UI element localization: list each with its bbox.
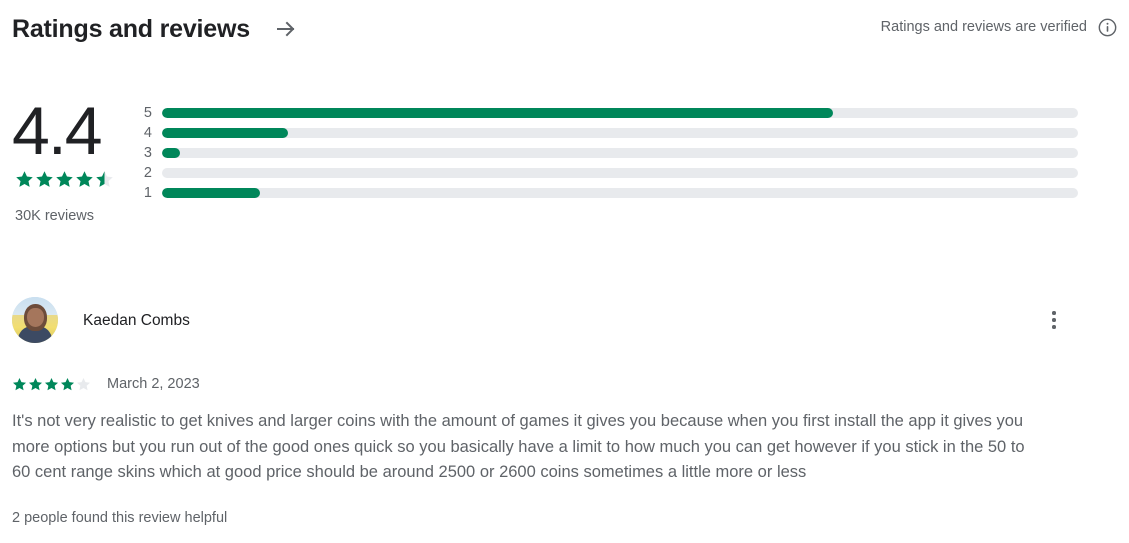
histogram-row-3[interactable]: 3: [138, 143, 1088, 163]
reviewer-name: Kaedan Combs: [83, 311, 190, 329]
histogram-label: 2: [143, 165, 152, 181]
star-icon-full: [44, 377, 59, 390]
review-body-text: It's not very realistic to get knives an…: [12, 412, 1025, 481]
star-icon-empty: [76, 377, 91, 390]
verified-label: Ratings and reviews are verified: [880, 19, 1087, 35]
histogram-label: 4: [143, 125, 152, 141]
histogram-fill: [162, 128, 289, 138]
star-icon-half: [96, 171, 113, 187]
histogram-fill: [162, 148, 181, 158]
histogram-row-4[interactable]: 4: [138, 123, 1088, 143]
star-icon-full: [36, 171, 53, 187]
histogram-row-2[interactable]: 2: [138, 163, 1088, 183]
histogram-track[interactable]: [162, 168, 1078, 178]
menu-dot: [1052, 325, 1056, 329]
histogram-row-1[interactable]: 1: [138, 183, 1088, 203]
verified-badge-group: Ratings and reviews are verified: [881, 17, 1117, 37]
review-helpful-count: 2 people found this review helpful: [12, 509, 228, 526]
review-card: Kaedan Combs March 2, 2023 It's not very…: [0, 297, 1129, 528]
review-star-rating: [12, 377, 91, 392]
page-title: Ratings and reviews: [12, 15, 250, 43]
header-left-group: Ratings and reviews: [0, 14, 300, 44]
review-header: Kaedan Combs: [0, 297, 1129, 343]
histogram-track[interactable]: [162, 128, 1078, 138]
star-icon-full: [76, 171, 93, 187]
info-circle-icon[interactable]: [1098, 18, 1117, 37]
arrow-right-icon[interactable]: [272, 15, 300, 43]
histogram-track[interactable]: [162, 188, 1078, 198]
star-icon-full: [28, 377, 43, 390]
star-icon-full: [12, 377, 27, 390]
histogram-label: 5: [143, 105, 152, 121]
avatar: [12, 297, 58, 343]
histogram-row-5[interactable]: 5: [138, 103, 1088, 123]
score-column: 4.4 30K reviews: [12, 92, 152, 226]
histogram-track[interactable]: [162, 148, 1078, 158]
histogram-label: 3: [143, 145, 152, 161]
ratings-and-reviews-page: Ratings and reviews Ratings and reviews …: [0, 0, 1129, 543]
histogram-fill: [162, 188, 260, 198]
average-star-rating: [15, 170, 152, 189]
histogram-track[interactable]: [162, 108, 1078, 118]
star-icon-full: [56, 171, 73, 187]
histogram-fill: [162, 108, 834, 118]
menu-dot: [1052, 311, 1056, 315]
overflow-menu-icon[interactable]: [1041, 307, 1067, 333]
review-meta: March 2, 2023: [0, 374, 1129, 394]
star-icon-full: [16, 171, 33, 187]
section-header: Ratings and reviews Ratings and reviews …: [0, 0, 1129, 58]
star-icon-full: [60, 377, 75, 390]
review-count: 30K reviews: [15, 208, 94, 224]
average-score: 4.4: [12, 93, 103, 169]
histogram-label: 1: [143, 185, 152, 201]
review-date: March 2, 2023: [107, 376, 200, 392]
rating-histogram: 5 4 3 2 1: [138, 103, 1088, 203]
menu-dot: [1052, 318, 1056, 322]
avatar-face: [27, 308, 44, 328]
